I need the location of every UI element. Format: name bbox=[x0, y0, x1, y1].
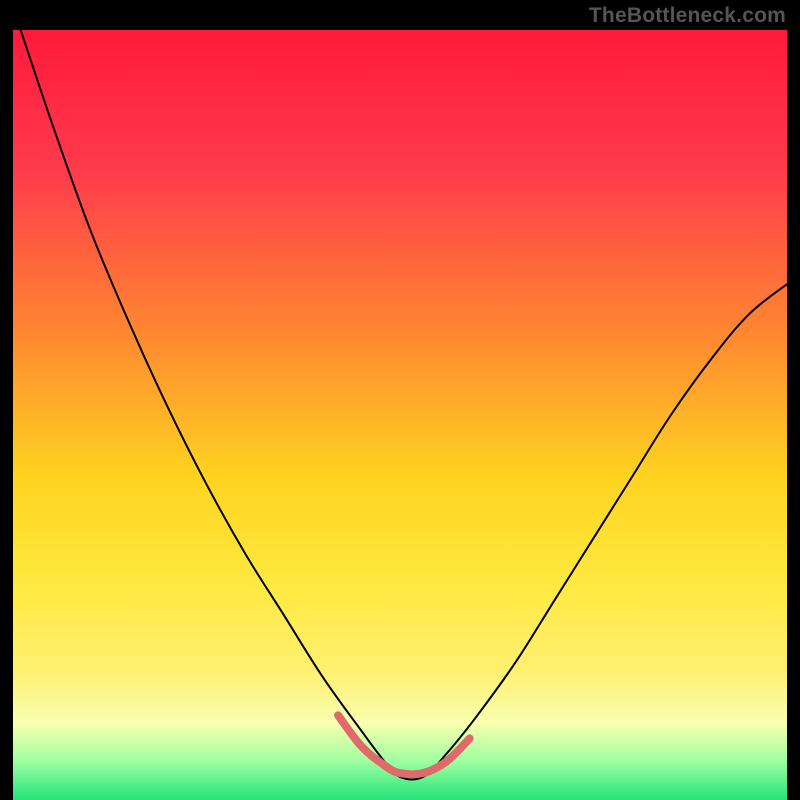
plot-area bbox=[13, 30, 787, 800]
chart-frame: TheBottleneck.com bbox=[0, 0, 800, 800]
plot-svg bbox=[13, 30, 787, 800]
watermark-text: TheBottleneck.com bbox=[589, 4, 786, 28]
